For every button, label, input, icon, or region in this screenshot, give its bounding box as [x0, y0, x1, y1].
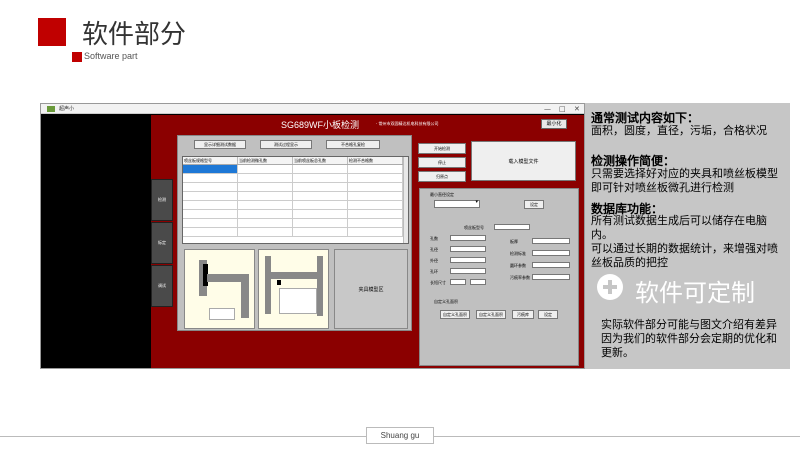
subtitle-accent-square — [72, 52, 82, 62]
jig-part — [277, 280, 281, 285]
database-stats-text: 可以通过长期的数据统计，来增强对喷丝板品质的把控 — [591, 242, 778, 269]
outer-diameter-label: 外径 — [430, 258, 438, 263]
standard-input[interactable] — [532, 250, 570, 256]
tab-detect[interactable]: 检测 — [151, 179, 173, 221]
home-button[interactable]: 归原点 — [418, 171, 466, 182]
start-detect-button[interactable]: 开始检测 — [418, 143, 466, 154]
minimize-window-button[interactable]: — — [544, 104, 551, 114]
table-row[interactable] — [183, 201, 408, 210]
window-title: 超声小 — [59, 106, 75, 112]
minimize-button[interactable]: 最小化 — [541, 119, 567, 129]
ring-param-input[interactable] — [532, 262, 570, 268]
footer-line-left — [0, 436, 366, 437]
app-title: SG689WF小板检测 — [281, 120, 360, 130]
jig-part — [265, 272, 323, 279]
hole-ring-label: 孔环 — [430, 269, 438, 274]
hole-count-input[interactable] — [450, 235, 486, 241]
table-row[interactable] — [183, 210, 408, 219]
size-label: 长短尺寸 — [430, 280, 446, 285]
jig-model-area[interactable]: 夹具模型区 — [334, 249, 408, 329]
plus-icon — [597, 274, 623, 300]
stop-button[interactable]: 停止 — [418, 157, 466, 168]
app-logo-icon — [47, 106, 55, 112]
min-diameter-label: 最小直径设定 — [430, 192, 454, 197]
parameter-panel: 最小直径设定 设定 喷丝板型号 孔数 孔径 外径 孔环 长短尺寸 板厚 检测标准… — [419, 188, 579, 366]
outer-diameter-input[interactable] — [450, 257, 486, 263]
maximize-window-button[interactable]: □ — [559, 104, 566, 114]
test-content-text: 面积，圆度，直径，污垢，合格状况 — [591, 124, 767, 137]
table-header: 喷丝板规格型号 当前检测微孔数 当前喷丝板总孔数 检测不合格数 — [183, 157, 408, 165]
jig-part — [317, 256, 323, 316]
spinneret-model-label: 喷丝板型号 — [464, 225, 484, 230]
hole-diameter-input[interactable] — [450, 246, 486, 252]
custom-area-button-1[interactable]: 自定义孔面积 — [440, 310, 470, 319]
stain-param-label: 污痕率参数 — [510, 275, 530, 280]
column-header: 当前检测微孔数 — [238, 157, 293, 164]
hole-count-label: 孔数 — [430, 236, 438, 241]
table-row[interactable] — [183, 192, 408, 201]
stain-param-input[interactable] — [532, 274, 570, 280]
disclaimer-note: 实际软件部分可能与图文介绍有差异因为我们的软件部分会定期的优化和更新。 — [601, 318, 777, 359]
results-table: 喷丝板规格型号 当前检测微孔数 当前喷丝板总孔数 检测不合格数 — [182, 156, 409, 244]
column-header: 检测不合格数 — [348, 157, 403, 164]
tab-debug[interactable]: 调试 — [151, 265, 173, 307]
column-header: 喷丝板规格型号 — [183, 157, 238, 164]
database-text: 所有测试数据生成后可以储存在电脑内。 — [591, 214, 767, 241]
jig-part — [279, 288, 317, 314]
table-row[interactable] — [183, 174, 408, 183]
standard-label: 检测标准 — [510, 251, 526, 256]
footer-line-right — [434, 436, 800, 437]
company-name: · 常州市双固精达机电科技有限公司 — [376, 121, 439, 126]
custom-set-button[interactable]: 设定 — [538, 310, 558, 319]
table-row[interactable] — [183, 165, 408, 174]
spinneret-model-input[interactable] — [494, 224, 530, 230]
customizable-title: 软件可定制 — [635, 279, 755, 307]
jig-preview-2 — [258, 249, 329, 329]
show-test-process-button[interactable]: 测试过程显示 — [260, 140, 312, 149]
slide-title: 软件部分 — [82, 20, 187, 50]
hole-ring-input[interactable] — [450, 268, 486, 274]
side-tabs: 检测 标定 调试 — [151, 179, 173, 308]
table-row[interactable] — [183, 228, 408, 237]
load-model-file-button[interactable]: 载入模型文件 — [471, 141, 576, 181]
recheck-failed-holes-button[interactable]: 不合格孔复检 — [326, 140, 380, 149]
table-row[interactable] — [183, 219, 408, 228]
custom-area-button-2[interactable]: 自定义孔面积 — [476, 310, 506, 319]
easy-operation-text: 只需要选择好对应的夹具和喷丝板模型即可针对喷丝板微孔进行检测 — [591, 167, 778, 194]
stain-library-button[interactable]: 污痕库 — [512, 310, 534, 319]
results-panel: 显示详细测试数据 测试过程显示 不合格孔复检 喷丝板规格型号 当前检测微孔数 当… — [177, 135, 412, 331]
slide-subtitle: Software part — [84, 51, 138, 61]
table-scrollbar[interactable] — [403, 157, 408, 243]
table-row[interactable] — [183, 183, 408, 192]
set-button[interactable]: 设定 — [524, 200, 544, 209]
hole-diameter-label: 孔径 — [430, 247, 438, 252]
jig-preview-1 — [184, 249, 255, 329]
tab-calibrate[interactable]: 标定 — [151, 222, 173, 264]
ring-param-label: 圆环参数 — [510, 263, 526, 268]
title-accent-square — [38, 18, 66, 46]
jig-part — [265, 256, 271, 314]
thickness-label: 板厚 — [510, 239, 518, 244]
size-input-2[interactable] — [470, 279, 486, 285]
min-diameter-select[interactable] — [434, 199, 480, 208]
custom-area-title: 自定义孔面积 — [434, 299, 458, 304]
jig-part — [209, 308, 235, 320]
app-main-area: SG689WF小板检测 · 常州市双固精达机电科技有限公司 最小化 检测 标定 … — [151, 115, 584, 368]
window-titlebar: 超声小 — □ ✕ — [41, 104, 584, 114]
close-window-button[interactable]: ✕ — [574, 104, 580, 114]
thickness-input[interactable] — [532, 238, 570, 244]
show-detail-data-button[interactable]: 显示详细测试数据 — [194, 140, 246, 149]
column-header: 当前喷丝板总孔数 — [293, 157, 348, 164]
footer-brand: Shuang gu — [366, 427, 434, 444]
jig-part — [241, 278, 249, 318]
software-screenshot: 超声小 — □ ✕ SG689WF小板检测 · 常州市双固精达机电科技有限公司 … — [40, 103, 585, 369]
size-input-1[interactable] — [450, 279, 466, 285]
feature-info-panel: 通常测试内容如下： 面积，圆度，直径，污垢，合格状况 检测操作简便： 只需要选择… — [585, 103, 790, 369]
